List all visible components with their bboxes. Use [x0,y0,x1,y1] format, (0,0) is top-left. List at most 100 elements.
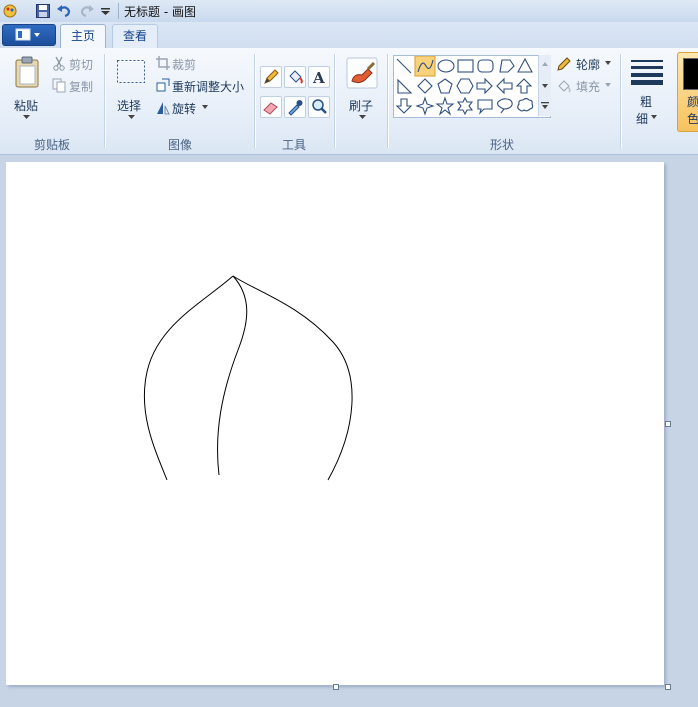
svg-text:A: A [312,69,325,87]
rect-callout-shape-icon [477,99,493,115]
copy-button[interactable]: 复制 [50,77,100,95]
size-label-top: 粗 [640,95,653,109]
paint-app-icon [3,4,17,18]
right-triangle-shape-icon [397,78,413,94]
tab-view[interactable]: 查看 [112,24,158,48]
outline-label: 轮廓 [576,58,601,72]
shapes-group-label: 形状 [489,138,514,152]
chevron-down-icon [651,115,657,119]
rounded-rectangle-shape-icon [477,59,494,73]
curve-selected-highlight [414,56,436,77]
hexagon-shape-icon [456,78,474,94]
image-group-label: 图像 [167,138,192,152]
crop-button[interactable]: 裁剪 [154,55,214,73]
pencil-tool[interactable] [260,66,282,88]
paint-bucket-icon [289,70,303,84]
copy-icon [52,78,66,93]
eraser-tool[interactable] [260,96,282,118]
fill-bucket-icon [558,80,571,93]
shapes-gallery [393,55,551,118]
file-menu-button[interactable] [2,24,56,46]
brushes-button[interactable]: 刷子 [342,52,382,130]
leaf-center-vein-stroke [217,275,248,476]
oval-callout-shape-icon [497,98,513,114]
resize-handle-right[interactable] [665,421,671,427]
chevron-down-icon [359,115,366,119]
fill-label: 填充 [576,80,601,94]
menu-icon [15,28,40,41]
pencil-icon [264,69,279,84]
leaf-outline-right-stroke [232,275,353,481]
line-shape-icon [396,58,412,74]
diamond-shape-icon [417,78,433,94]
chevron-down-icon [605,61,611,65]
title-bar: 无标题 - 画图 [0,0,698,23]
chevron-down-icon [128,115,135,119]
brush-icon [346,57,378,89]
magnifier-tool[interactable] [308,96,330,118]
text-tool[interactable]: A [308,66,330,88]
drawing-strokes [143,275,353,481]
paste-label: 粘贴 [14,99,39,113]
customize-toolbar-icon[interactable] [98,3,114,19]
color-picker-tool[interactable] [284,96,306,118]
leaf-outline-left-stroke [143,275,234,481]
color1-swatch [683,58,698,90]
gallery-scroll-arrows-icon [541,62,549,109]
up-arrow-shape-icon [515,78,533,94]
four-point-star-shape-icon [415,96,435,116]
right-arrow-shape-icon [476,77,493,95]
fill-tool[interactable] [284,66,306,88]
chevron-down-icon [605,83,611,87]
select-button[interactable]: 选择 [112,52,150,130]
chevron-down-icon [202,105,208,109]
resize-icon [156,78,170,92]
crop-icon [156,56,170,70]
color-label-bottom: 色 [687,112,698,126]
polygon-shape-icon [499,59,515,73]
text-a-icon: A [312,69,325,87]
line-width-icon [631,60,663,85]
resize-handle-corner[interactable] [665,684,671,690]
pentagon-shape-icon [437,78,453,94]
chevron-down-icon [23,115,30,119]
clipboard-group-label: 剪贴板 [33,138,70,152]
copy-label: 复制 [69,80,94,94]
rotate-label: 旋转 [172,102,197,116]
shapes-gallery-scroll[interactable] [538,55,551,116]
cut-button[interactable]: 剪切 [50,55,100,73]
resize-handle-bottom[interactable] [333,684,339,690]
undo-icon[interactable] [56,3,72,19]
resize-button[interactable]: 重新调整大小 [154,77,250,95]
drawing-canvas[interactable] [6,162,664,685]
color1-button[interactable]: 颜 色 [677,52,698,132]
left-arrow-shape-icon [496,77,513,95]
rectangle-shape-icon [457,59,474,73]
color-label-top: 颜 [687,95,698,109]
tab-home[interactable]: 主页 [60,24,106,48]
save-icon[interactable] [35,3,51,19]
down-arrow-shape-icon [395,98,413,114]
resize-label: 重新调整大小 [172,80,245,94]
redo-icon[interactable] [79,3,95,19]
ribbon-tab-row: 主页 查看 [0,22,698,48]
paste-button[interactable]: 粘贴 [8,52,46,130]
cloud-callout-shape-icon [517,97,534,112]
magnifier-icon [312,99,327,114]
oval-shape-icon [437,59,455,73]
eyedropper-icon [288,100,303,116]
group-divider [387,54,388,148]
six-point-star-shape-icon [456,96,474,116]
group-divider [334,54,335,148]
rotate-button[interactable]: 旋转 [154,99,214,117]
ribbon-home: 粘贴 剪切 复制 剪贴板 选择 裁剪 重新调整大小 旋转 图像 A 工具 刷子 … [0,48,698,155]
shapes-grid [395,56,534,116]
eraser-icon [263,102,278,115]
size-button[interactable]: 粗 细 [626,52,668,130]
five-point-star-shape-icon [435,96,455,116]
scissors-icon [53,56,65,71]
clipboard-icon [15,56,39,88]
fill-button[interactable]: 填充 [556,77,616,95]
outline-button[interactable]: 轮廓 [556,55,616,73]
size-label-bottom: 细 [636,112,649,126]
